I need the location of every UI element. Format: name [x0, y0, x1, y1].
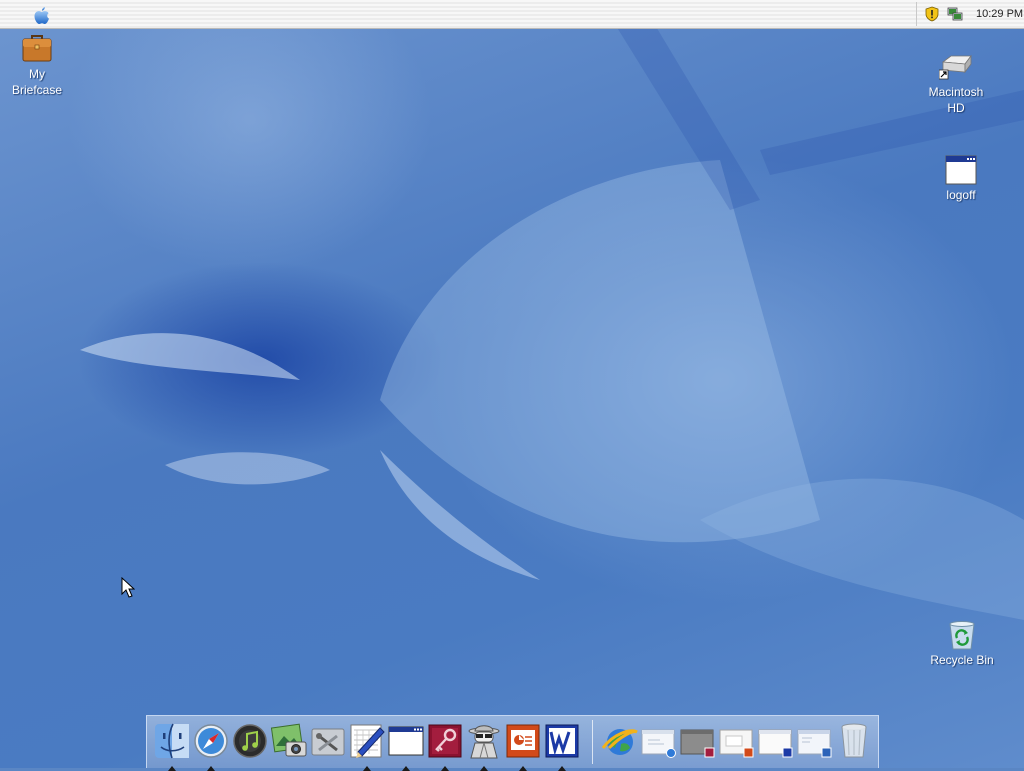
window-icon [945, 155, 977, 185]
internet-explorer-icon[interactable] [601, 722, 639, 760]
menu-bar: 10:29 PM [0, 0, 1024, 29]
hard-drive-icon [938, 52, 973, 82]
mouse-cursor [121, 576, 136, 603]
security-shield-icon[interactable] [924, 6, 940, 22]
trash-icon[interactable] [835, 722, 873, 760]
finder-icon[interactable] [153, 722, 191, 771]
word-icon[interactable] [543, 722, 581, 771]
desktop-icon-label: HD [947, 101, 965, 115]
running-indicator [441, 766, 449, 771]
desktop-icon-macintosh-hd[interactable]: Macintosh HD [916, 52, 996, 116]
minimized-window-access-icon[interactable] [679, 722, 717, 760]
desktop-wallpaper [0, 0, 1024, 768]
running-indicator [480, 766, 488, 771]
running-indicator [363, 766, 371, 771]
desktop-icon-label: logoff [946, 188, 976, 202]
system-tray: 10:29 PM [916, 2, 1023, 26]
clock[interactable]: 10:29 PM [976, 8, 1023, 20]
running-indicator [402, 766, 410, 771]
desktop-icon-label: Macintosh [928, 85, 984, 99]
safari-compass-icon[interactable] [192, 722, 230, 771]
running-indicator [168, 766, 176, 771]
apple-logo-icon[interactable] [33, 6, 51, 26]
desktop-icon-label: Recycle Bin [930, 653, 994, 667]
powerpoint-icon[interactable] [504, 722, 542, 771]
recycle-bin-icon [946, 620, 978, 650]
desktop-icon-logoff[interactable]: logoff [921, 155, 1001, 203]
access-key-icon[interactable] [426, 722, 464, 771]
itunes-icon[interactable] [231, 722, 269, 760]
desktop-icon-my-briefcase[interactable]: My Briefcase [0, 32, 77, 98]
system-tools-icon[interactable] [309, 722, 347, 760]
minimized-window-powerpoint-icon[interactable] [718, 722, 756, 760]
desktop-icon-recycle-bin[interactable]: Recycle Bin [922, 620, 1002, 668]
minimized-window-outlook-icon[interactable] [796, 722, 834, 760]
spy-agent-icon[interactable] [465, 722, 503, 771]
iphoto-icon[interactable] [270, 722, 308, 760]
network-connection-icon[interactable] [947, 6, 963, 22]
dock [146, 715, 879, 771]
blank-window-icon[interactable] [387, 722, 425, 771]
dock-separator [592, 720, 593, 764]
minimized-window-word-icon[interactable] [757, 722, 795, 760]
minimized-window-ie-icon[interactable] [640, 722, 678, 760]
briefcase-icon [21, 32, 53, 64]
editor-pencil-icon[interactable] [348, 722, 386, 771]
desktop-icon-label: My [29, 67, 45, 81]
running-indicator [558, 766, 566, 771]
running-indicator [207, 766, 215, 771]
running-indicator [519, 766, 527, 771]
desktop-icon-label: Briefcase [11, 83, 63, 97]
